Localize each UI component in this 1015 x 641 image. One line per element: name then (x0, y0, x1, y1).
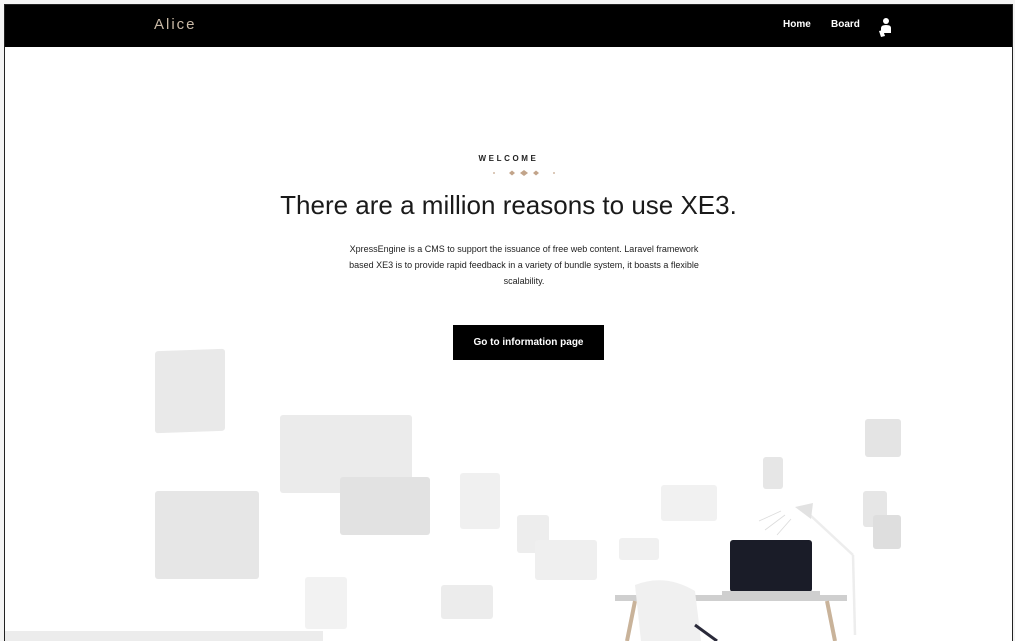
decor-tile (865, 419, 901, 457)
decor-tile (155, 491, 259, 579)
decor-tile (763, 457, 783, 489)
decor-tile (535, 540, 597, 580)
site-logo[interactable]: Alice (154, 16, 197, 33)
hero-description-line: XpressEngine is a CMS to support the iss… (349, 244, 699, 254)
decor-tile (460, 473, 500, 529)
decor-tile (305, 577, 347, 629)
browser-page: Alice Home Board WELCOME There are a mil… (4, 4, 1013, 641)
hero-description-line: scalability. (503, 276, 545, 286)
desk-illustration (615, 503, 857, 641)
top-navbar: Alice Home Board (5, 5, 1012, 47)
decor-tile (873, 515, 901, 549)
hero-illustration (5, 345, 1012, 641)
welcome-eyebrow: WELCOME (478, 154, 539, 163)
decorative-dots (493, 170, 555, 176)
hero-title: There are a million reasons to use XE3. (280, 190, 737, 220)
nav-home-link[interactable]: Home (783, 19, 811, 30)
hero-description-line: based XE3 is to provide rapid feedback i… (349, 260, 699, 270)
decor-tile (441, 585, 493, 619)
decor-tile (155, 348, 225, 434)
hero-description: XpressEngine is a CMS to support the iss… (312, 241, 736, 289)
decor-tile (340, 477, 430, 535)
nav-board-link[interactable]: Board (831, 19, 860, 30)
user-icon[interactable] (878, 17, 892, 37)
